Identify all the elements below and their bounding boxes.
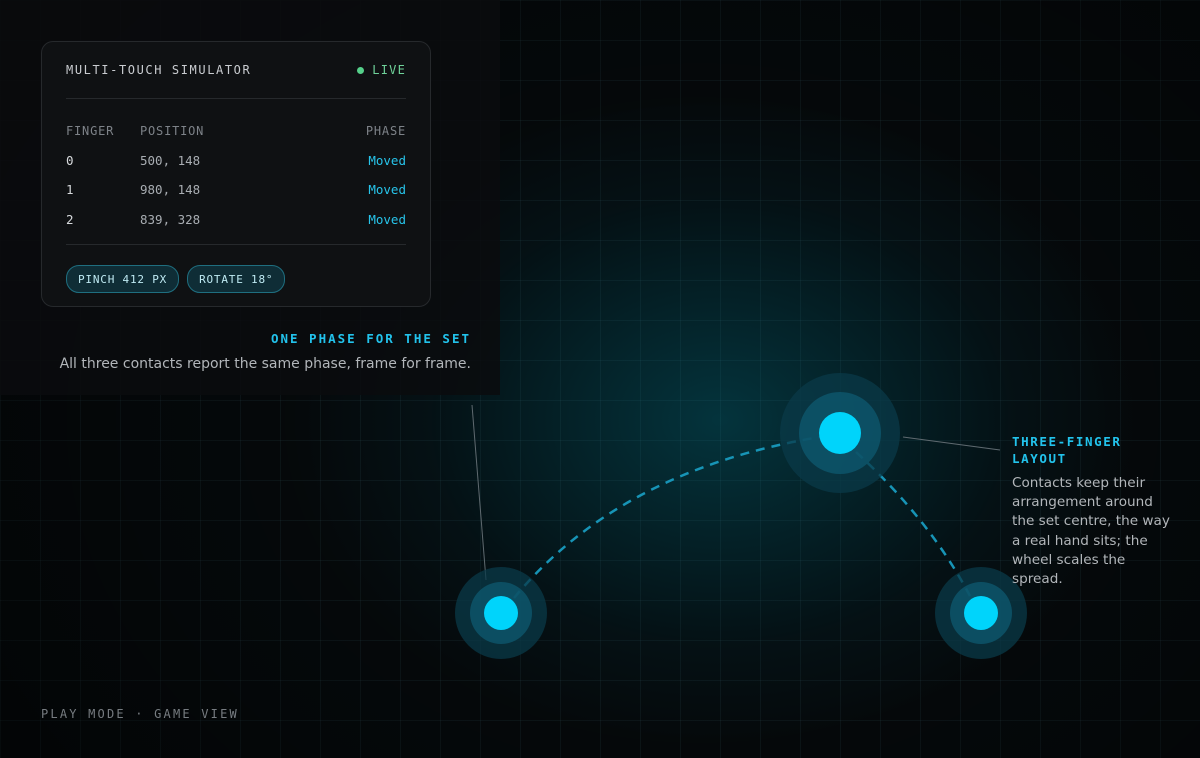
table-row: 2 839, 328 Moved [66,205,406,235]
finger-id: 1 [66,182,74,198]
finger-position: 500, 148 [140,152,201,168]
column-finger: FINGER [66,123,115,138]
play-mode-label: PLAY MODE · GAME VIEW [41,707,239,721]
pinch-chip: PINCH 412 PX [66,265,180,293]
layout-callout-title: THREE-FINGER LAYOUT [1012,434,1122,466]
touch-table: FINGER POSITION PHASE 0 500, 148 Moved 1… [66,99,406,245]
table-row: 1 980, 148 Moved [66,175,406,205]
column-position: POSITION [140,123,205,138]
rotate-chip: ROTATE 18° [187,265,286,293]
live-dot-icon [357,66,365,74]
live-label: LIVE [372,63,406,77]
layout-leader-line [902,436,1001,451]
finger-position: 839, 328 [140,211,201,227]
connector-finger-0-1 [513,435,821,599]
finger-phase: Moved [368,211,406,227]
finger-id: 0 [66,152,74,168]
table-header: FINGER POSITION PHASE [66,116,406,146]
panel-header: MULTI-TOUCH SIMULATOR LIVE [66,42,406,99]
phase-callout-title: ONE PHASE FOR THE SET [270,331,471,346]
multi-touch-panel: MULTI-TOUCH SIMULATOR LIVE FINGER POSITI… [41,41,431,307]
panel-title: MULTI-TOUCH SIMULATOR [66,63,252,77]
column-phase: PHASE [365,123,406,138]
table-row: 0 500, 148 Moved [66,146,406,176]
phase-callout-body: All three contacts report the same phase… [59,356,471,372]
live-status: LIVE [357,63,406,77]
phase-leader-line [471,404,487,581]
finger-phase: Moved [368,152,406,168]
gesture-chips: PINCH 412 PX ROTATE 18° [66,245,406,293]
touch-point-finger-0[interactable] [455,567,547,659]
layout-callout-body: Contacts keep their arrangement around t… [1012,475,1170,588]
finger-phase: Moved [368,182,406,198]
finger-position: 980, 148 [140,182,201,198]
touch-point-finger-1[interactable] [780,373,900,493]
finger-id: 2 [66,211,74,227]
